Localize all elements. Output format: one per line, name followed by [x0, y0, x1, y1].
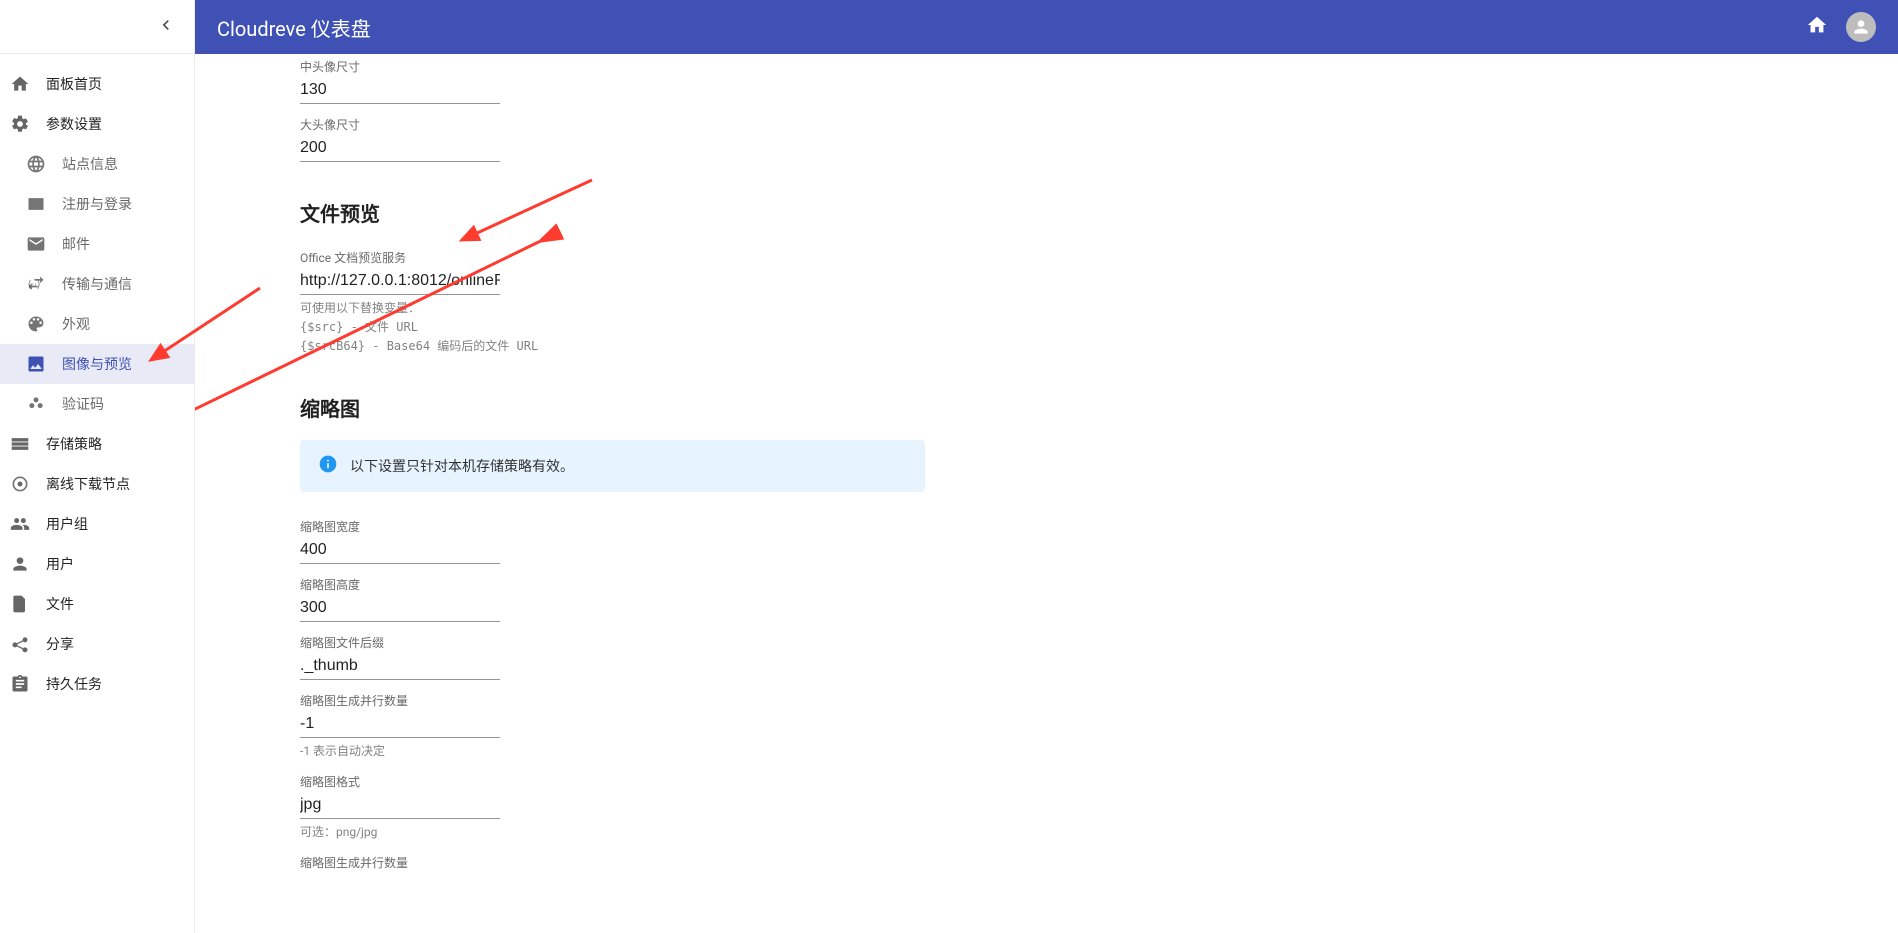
sidebar-item-captcha[interactable]: 验证码 — [0, 384, 194, 424]
field-thumb-suffix: 缩略图文件后缀 — [300, 630, 925, 680]
gear-icon — [10, 114, 46, 134]
field-label: 缩略图文件后缀 — [300, 634, 925, 651]
sidebar-item-site-info[interactable]: 站点信息 — [0, 144, 194, 184]
share-icon — [10, 634, 46, 654]
field-thumb-width: 缩略图宽度 — [300, 514, 925, 564]
home-icon — [10, 74, 46, 94]
id-card-icon — [26, 194, 62, 214]
field-label: Office 文档预览服务 — [300, 249, 925, 266]
field-label: 中头像尺寸 — [300, 58, 925, 75]
transfer-icon: ⟨··⟩ — [26, 274, 62, 294]
field-help: 可选：png/jpg — [300, 823, 925, 842]
mail-icon — [26, 234, 62, 254]
sidebar-item-mail[interactable]: 邮件 — [0, 224, 194, 264]
sidebar-item-transfer[interactable]: ⟨··⟩ 传输与通信 — [0, 264, 194, 304]
sidebar-item-label: 持久任务 — [46, 674, 194, 694]
sidebar-item-label: 传输与通信 — [62, 274, 194, 294]
sidebar-item-offline[interactable]: 离线下载节点 — [0, 464, 194, 504]
sidebar-item-file[interactable]: 文件 — [0, 584, 194, 624]
field-label: 缩略图高度 — [300, 576, 925, 593]
sidebar-item-auth[interactable]: 注册与登录 — [0, 184, 194, 224]
sidebar-item-label: 分享 — [46, 634, 194, 654]
sidebar-item-appearance[interactable]: 外观 — [0, 304, 194, 344]
sidebar-item-label: 存储策略 — [46, 434, 194, 454]
svg-text:⟨··⟩: ⟨··⟩ — [28, 279, 41, 290]
field-avatar-large: 大头像尺寸 — [300, 112, 925, 162]
content: 中头像尺寸 大头像尺寸 文件预览 Office 文档预览服务 可使用以下替换变量… — [195, 54, 1898, 933]
sidebar-item-label: 验证码 — [62, 394, 194, 414]
globe-icon — [26, 154, 62, 174]
field-thumb-concurrent: 缩略图生成并行数量 -1 表示自动决定 — [300, 688, 925, 761]
task-icon — [10, 674, 46, 694]
field-office-preview: Office 文档预览服务 可使用以下替换变量： {$src} - 文件 URL… — [300, 245, 925, 357]
sidebar: 面板首页 参数设置 站点信息 注册与登录 邮件 ⟨··⟩ 传输与通信 — [0, 0, 195, 933]
office-preview-input[interactable] — [300, 268, 500, 295]
field-label: 缩略图宽度 — [300, 518, 925, 535]
file-icon — [10, 594, 46, 614]
sidebar-item-label: 用户组 — [46, 514, 194, 534]
appbar: Cloudreve 仪表盘 — [195, 0, 1898, 54]
section-title-preview: 文件预览 — [300, 198, 925, 227]
thumb-width-input[interactable] — [300, 537, 500, 564]
thumb-suffix-input[interactable] — [300, 653, 500, 680]
field-help: -1 表示自动决定 — [300, 742, 925, 761]
field-label: 大头像尺寸 — [300, 116, 925, 133]
sidebar-item-settings[interactable]: 参数设置 — [0, 104, 194, 144]
sidebar-item-label: 面板首页 — [46, 74, 194, 94]
info-icon — [318, 454, 350, 478]
sidebar-item-task[interactable]: 持久任务 — [0, 664, 194, 704]
chevron-left-icon — [156, 15, 176, 39]
info-text: 以下设置只针对本机存储策略有效。 — [350, 456, 574, 476]
sidebar-item-image-preview[interactable]: 图像与预览 — [0, 344, 194, 384]
field-label: 缩略图格式 — [300, 773, 925, 790]
sidebar-item-storage[interactable]: 存储策略 — [0, 424, 194, 464]
page-title: Cloudreve 仪表盘 — [217, 13, 371, 42]
image-icon — [26, 354, 62, 374]
sidebar-item-label: 图像与预览 — [62, 354, 194, 374]
field-thumb-format: 缩略图格式 可选：png/jpg — [300, 769, 925, 842]
thumb-height-input[interactable] — [300, 595, 500, 622]
thumb-format-input[interactable] — [300, 792, 500, 819]
sidebar-item-label: 文件 — [46, 594, 194, 614]
home-icon[interactable] — [1806, 14, 1828, 41]
avatar-medium-input[interactable] — [300, 77, 500, 104]
nav-list: 面板首页 参数设置 站点信息 注册与登录 邮件 ⟨··⟩ 传输与通信 — [0, 54, 194, 704]
thumb-concurrent-input[interactable] — [300, 711, 500, 738]
info-box: 以下设置只针对本机存储策略有效。 — [300, 440, 925, 492]
sidebar-item-usergroup[interactable]: 用户组 — [0, 504, 194, 544]
field-label: 缩略图生成并行数量 — [300, 854, 925, 871]
storage-icon — [10, 434, 46, 454]
sidebar-item-label: 站点信息 — [62, 154, 194, 174]
field-thumb-concurrent-2: 缩略图生成并行数量 — [300, 850, 925, 871]
sidebar-item-label: 参数设置 — [46, 114, 194, 134]
sidebar-item-dashboard[interactable]: 面板首页 — [0, 64, 194, 104]
sidebar-item-share[interactable]: 分享 — [0, 624, 194, 664]
field-avatar-medium: 中头像尺寸 — [300, 54, 925, 104]
field-help: 可使用以下替换变量： {$src} - 文件 URL {$srcB64} - B… — [300, 299, 925, 357]
section-title-thumb: 缩略图 — [300, 393, 925, 422]
sidebar-item-label: 用户 — [46, 554, 194, 574]
offline-icon — [10, 474, 46, 494]
sidebar-collapse[interactable] — [0, 0, 194, 54]
field-label: 缩略图生成并行数量 — [300, 692, 925, 709]
palette-icon — [26, 314, 62, 334]
captcha-icon — [26, 394, 62, 414]
sidebar-item-label: 离线下载节点 — [46, 474, 194, 494]
sidebar-item-user[interactable]: 用户 — [0, 544, 194, 584]
field-thumb-height: 缩略图高度 — [300, 572, 925, 622]
user-icon — [10, 554, 46, 574]
sidebar-item-label: 注册与登录 — [62, 194, 194, 214]
group-icon — [10, 514, 46, 534]
sidebar-item-label: 外观 — [62, 314, 194, 334]
avatar[interactable] — [1846, 12, 1876, 42]
sidebar-item-label: 邮件 — [62, 234, 194, 254]
avatar-large-input[interactable] — [300, 135, 500, 162]
